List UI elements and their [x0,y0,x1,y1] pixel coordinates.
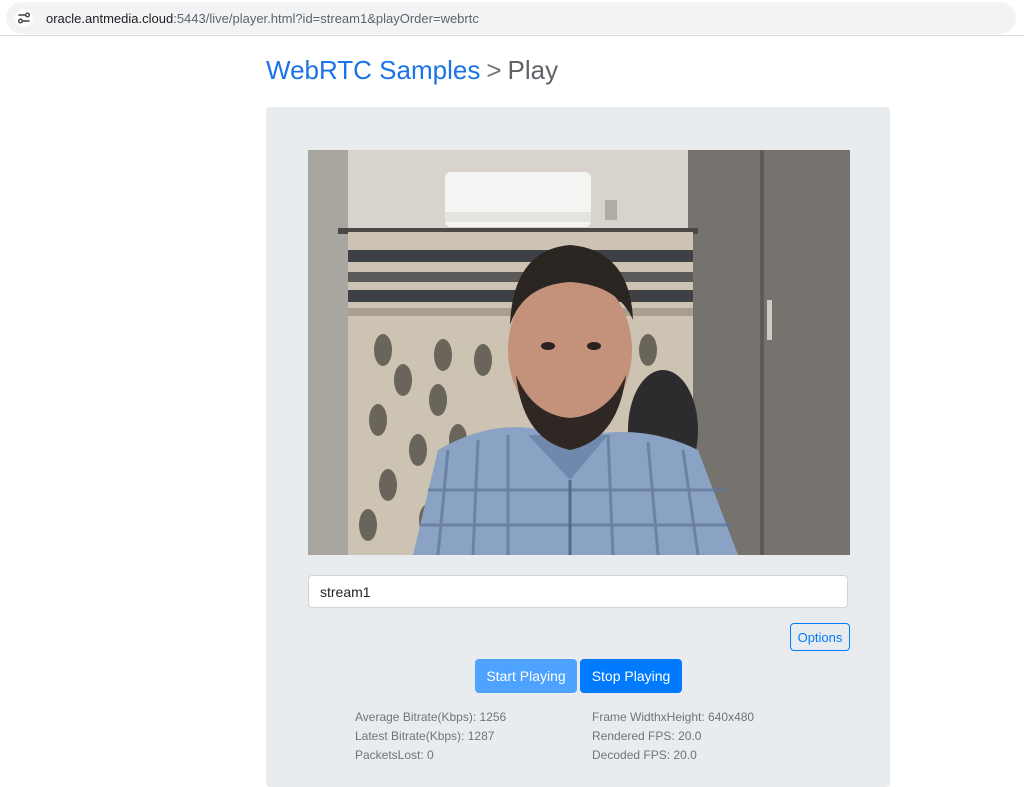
stat-label: PacketsLost: [355,748,424,762]
site-info-icon[interactable] [15,9,33,27]
player-panel: Options Start Playing Stop Playing Avera… [266,107,890,787]
stat-label: Rendered FPS: [592,729,675,743]
average-bitrate-stat: Average Bitrate(Kbps): 1256 [355,708,506,727]
options-button[interactable]: Options [790,623,850,651]
remote-video[interactable] [308,150,850,555]
url-field[interactable]: oracle.antmedia.cloud:5443/live/player.h… [6,2,1016,34]
stat-label: Latest Bitrate(Kbps): [355,729,465,743]
stat-label: Average Bitrate(Kbps): [355,710,477,724]
breadcrumb-separator: > [486,55,502,85]
url-path: :5443/live/player.html?id=stream1&playOr… [173,11,479,26]
url-host: oracle.antmedia.cloud [46,11,174,26]
stat-value: 1287 [467,729,495,743]
packets-lost-stat: PacketsLost: 0 [355,746,506,765]
decoded-fps-stat: Decoded FPS: 20.0 [592,746,754,765]
stats-left-column: Average Bitrate(Kbps): 1256 Latest Bitra… [355,708,506,765]
latest-bitrate-stat: Latest Bitrate(Kbps): 1287 [355,727,506,746]
stream-id-input[interactable] [308,575,848,608]
stat-value: 20.0 [673,748,697,762]
stat-label: Decoded FPS: [592,748,671,762]
rendered-fps-stat: Rendered FPS: 20.0 [592,727,754,746]
browser-address-bar: oracle.antmedia.cloud:5443/live/player.h… [0,0,1024,36]
page-title: WebRTC Samples > Play [266,54,558,86]
stat-label: Frame WidthxHeight: [592,710,705,724]
stop-playing-button[interactable]: Stop Playing [580,659,682,693]
stat-value: 0 [427,748,434,762]
webrtc-samples-link[interactable]: WebRTC Samples [266,55,480,85]
video-frame [308,150,850,555]
frame-size-stat: Frame WidthxHeight: 640x480 [592,708,754,727]
stat-value: 20.0 [678,729,702,743]
page-title-play: Play [507,55,559,85]
start-playing-button[interactable]: Start Playing [475,659,577,693]
stat-value: 1256 [479,710,507,724]
stats-right-column: Frame WidthxHeight: 640x480 Rendered FPS… [592,708,754,765]
url-text[interactable]: oracle.antmedia.cloud:5443/live/player.h… [46,11,479,27]
stat-value: 640x480 [708,710,755,724]
